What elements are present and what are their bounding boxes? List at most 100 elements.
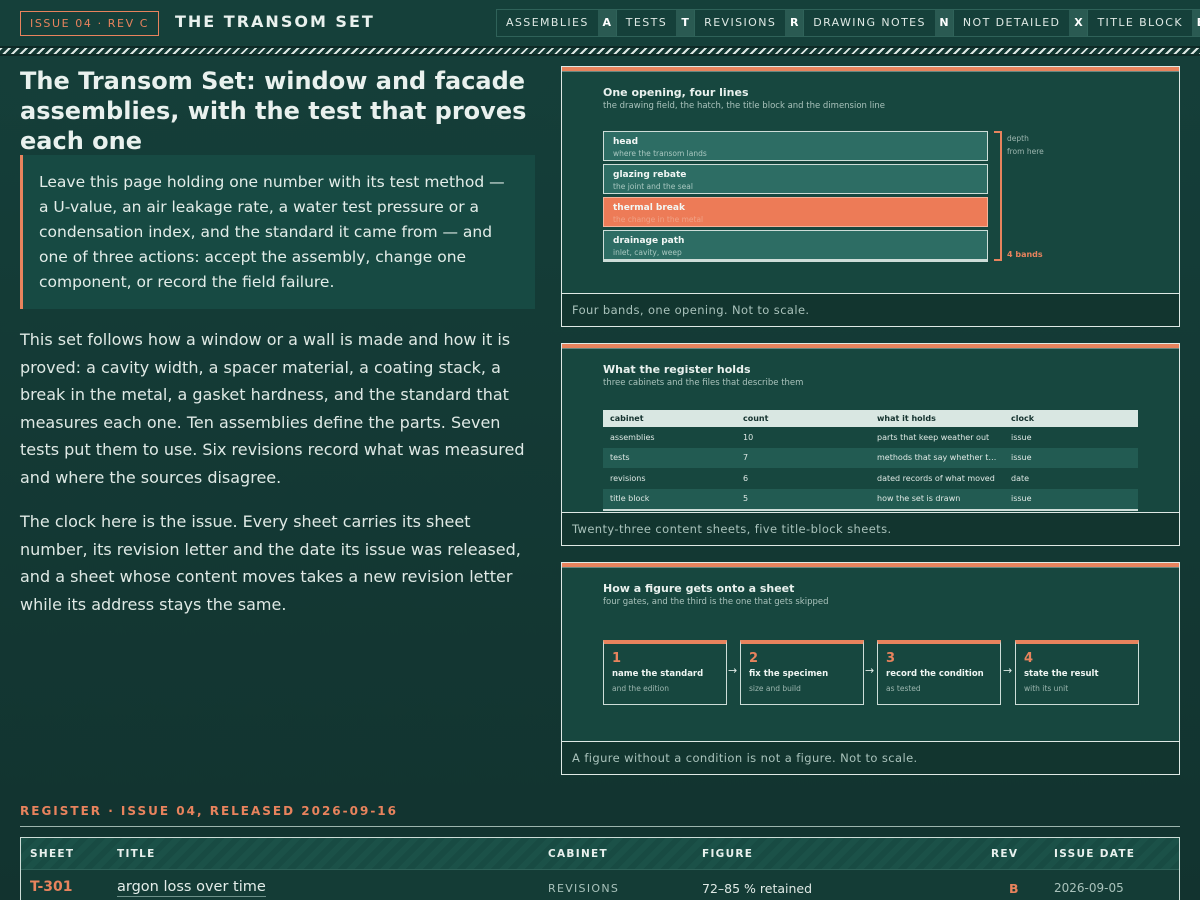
- dimension-note: from here: [1007, 147, 1044, 156]
- gate-note: and the edition: [612, 684, 670, 693]
- column-header: count: [736, 410, 870, 427]
- sheet-title-link[interactable]: argon loss over time: [117, 879, 266, 897]
- gate-number: 3: [886, 651, 896, 666]
- cabinet-table: cabinet count what it holds clock assemb…: [603, 410, 1138, 509]
- dimension-count: 4 bands: [1007, 250, 1043, 259]
- table-row: tests 7 methods that say whether t… issu…: [603, 447, 1138, 468]
- table-cell: issue: [1004, 488, 1138, 509]
- register-rule: [20, 826, 1180, 827]
- register-table: SHEET TITLE CABINET FIGURE REV ISSUE DAT…: [20, 837, 1180, 900]
- dimension-tick: [994, 131, 1002, 133]
- figure-rule: [562, 567, 1179, 568]
- sheet-figure: 72–85 % retained: [702, 881, 813, 896]
- table-cell: tests: [603, 447, 736, 468]
- nav-label: NOT DETAILED: [962, 16, 1061, 29]
- gate-label: fix the specimen: [749, 669, 829, 679]
- band-thermal-break: thermal break the change in the metal: [603, 197, 988, 227]
- nav-item-drawing-notes[interactable]: DRAWING NOTES N: [804, 10, 954, 36]
- gate-number: 2: [749, 651, 759, 666]
- table-cell: 6: [736, 468, 870, 489]
- gate-box: 4 state the result with its unit: [1015, 640, 1139, 705]
- band-name: head: [613, 137, 639, 147]
- table-row: assemblies 10 parts that keep weather ou…: [603, 427, 1138, 448]
- band-note: inlet, cavity, weep: [613, 248, 682, 257]
- table-cell: issue: [1004, 427, 1138, 448]
- sheet-number-link[interactable]: T-301: [30, 879, 73, 895]
- table-baseline: [603, 509, 1138, 511]
- nav-item-title-block[interactable]: TITLE BLOCK B: [1088, 10, 1200, 36]
- gate-box: 2 fix the specimen size and build: [740, 640, 864, 705]
- figure-opening-bands: One opening, four lines the drawing fiel…: [561, 66, 1180, 327]
- nav-item-not-detailed[interactable]: NOT DETAILED X: [954, 10, 1089, 36]
- table-cell: parts that keep weather out: [870, 427, 1004, 448]
- figure-subtitle: three cabinets and the files that descri…: [603, 378, 804, 388]
- table-cell: 10: [736, 427, 870, 448]
- gate-number: 1: [612, 651, 622, 666]
- main-nav: ASSEMBLIES A TESTS T REVISIONS R DRAWING…: [496, 9, 1200, 37]
- column-header-sheet[interactable]: SHEET: [30, 848, 74, 860]
- column-header-figure[interactable]: FIGURE: [702, 848, 753, 860]
- dimension-note: depth: [1007, 134, 1029, 143]
- figure-caption: Twenty-three content sheets, five title-…: [562, 512, 1179, 545]
- figure-register-holds: What the register holds three cabinets a…: [561, 343, 1180, 546]
- register-header-row: SHEET TITLE CABINET FIGURE REV ISSUE DAT…: [21, 838, 1179, 870]
- page-title: The Transom Set: window and facade assem…: [20, 67, 527, 155]
- nav-label: TESTS: [625, 16, 668, 29]
- nav-label: DRAWING NOTES: [813, 16, 926, 29]
- band-baseline: [603, 260, 988, 262]
- column-header-issue-date[interactable]: ISSUE DATE: [1054, 848, 1135, 860]
- table-header-row: cabinet count what it holds clock: [603, 410, 1138, 427]
- issue-badge: ISSUE 04 · REV C: [20, 11, 160, 36]
- band-note: where the transom lands: [613, 149, 707, 158]
- table-cell: issue: [1004, 447, 1138, 468]
- nav-label: REVISIONS: [704, 16, 777, 29]
- column-header-rev[interactable]: REV: [991, 848, 1018, 860]
- top-bar: ISSUE 04 · REV C THE TRANSOM SET ASSEMBL…: [0, 0, 1200, 46]
- table-cell: revisions: [603, 468, 736, 489]
- nav-shortcut-key: X: [1069, 10, 1088, 36]
- band-note: the joint and the seal: [613, 182, 693, 191]
- gate-note: with its unit: [1024, 684, 1069, 693]
- gate-box: 3 record the condition as tested: [877, 640, 1001, 705]
- nav-label: ASSEMBLIES: [506, 16, 589, 29]
- table-row[interactable]: T-301 argon loss over time REVISIONS 72–…: [21, 870, 1179, 900]
- band-glazing-rebate: glazing rebate the joint and the seal: [603, 164, 988, 194]
- figure-subtitle: the drawing field, the hatch, the title …: [603, 101, 885, 111]
- column-header: clock: [1004, 410, 1138, 427]
- figure-title: What the register holds: [603, 363, 751, 376]
- sheet-cabinet: REVISIONS: [548, 882, 620, 895]
- band-name: glazing rebate: [613, 170, 687, 180]
- gate-note: size and build: [749, 684, 801, 693]
- band-note: the change in the metal: [613, 215, 704, 224]
- table-cell: date: [1004, 468, 1138, 489]
- clock-paragraph: The clock here is the issue. Every sheet…: [20, 512, 521, 614]
- dimension-line: [1000, 131, 1002, 261]
- figure-subtitle: four gates, and the third is the one tha…: [603, 597, 829, 607]
- gate-number: 4: [1024, 651, 1034, 666]
- table-row: revisions 6 dated records of what moved …: [603, 468, 1138, 489]
- table-cell: methods that say whether t…: [870, 447, 1004, 468]
- nav-shortcut-key: N: [934, 10, 953, 36]
- table-cell: dated records of what moved: [870, 468, 1004, 489]
- dimension-tick: [994, 259, 1002, 261]
- nav-label: TITLE BLOCK: [1097, 16, 1183, 29]
- nav-item-assemblies[interactable]: ASSEMBLIES A: [497, 10, 617, 36]
- intro-paragraph: This set follows how a window or a wall …: [20, 330, 525, 487]
- nav-item-revisions[interactable]: REVISIONS R: [695, 10, 805, 36]
- table-row: title block 5 how the set is drawn issue: [603, 488, 1138, 509]
- band-name: thermal break: [613, 203, 685, 213]
- nav-shortcut-key: R: [785, 10, 804, 36]
- table-cell: 5: [736, 488, 870, 509]
- arrow-right-icon: →: [728, 664, 738, 677]
- nav-shortcut-key: T: [676, 10, 695, 36]
- nav-shortcut-key: A: [597, 10, 616, 36]
- table-cell: how the set is drawn: [870, 488, 1004, 509]
- gate-label: record the condition: [886, 669, 984, 679]
- site-title[interactable]: THE TRANSOM SET: [175, 12, 375, 31]
- sheet-revision: B: [1009, 881, 1019, 896]
- column-header-cabinet[interactable]: CABINET: [548, 848, 608, 860]
- figure-rule: [562, 71, 1179, 72]
- column-header-title[interactable]: TITLE: [117, 848, 156, 860]
- nav-item-tests[interactable]: TESTS T: [617, 10, 696, 36]
- column-header: what it holds: [870, 410, 1004, 427]
